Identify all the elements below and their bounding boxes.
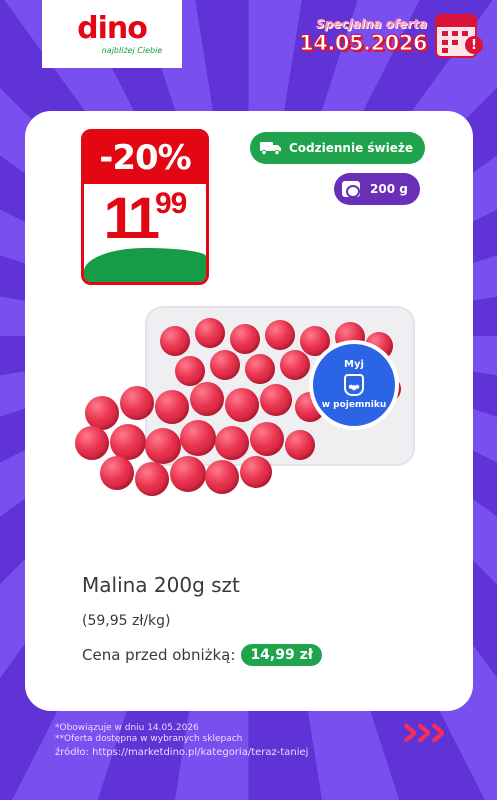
previous-price-label: Cena przed obniżką: [82,646,236,664]
promo-date: 14.05.2026 [299,31,428,56]
raspberry [245,354,275,384]
wash-bowl-icon [344,374,364,396]
fresh-badge-label: Codziennie świeże [289,141,413,155]
footer-availability: **Oferta dostępna w wybranych sklepach [55,734,243,744]
raspberry [280,350,310,380]
raspberry [135,462,169,496]
next-arrows-icon[interactable] [403,722,445,744]
raspberry [175,356,205,386]
footer-validity: *Obowiązuje w dniu 14.05.2026 [55,723,199,733]
promo-label: Specjalna oferta [316,17,427,31]
raspberry [180,420,216,456]
raspberry [230,324,260,354]
footer-notes: *Obowiązuje w dniu 14.05.2026 **Oferta d… [55,723,308,758]
raspberry [110,424,146,460]
raspberry [240,456,272,488]
raspberry [155,390,189,424]
product-name: Malina 200g szt [82,573,240,597]
footer-source[interactable]: źródło: https://marketdino.pl/kategoria/… [55,747,308,758]
raspberry [210,350,240,380]
raspberry [190,382,224,416]
raspberry [75,426,109,460]
raspberry [215,426,249,460]
raspberry [100,456,134,490]
price-cents: 99 [154,187,187,220]
raspberry [120,386,154,420]
unit-price: (59,95 zł/kg) [82,613,171,629]
calendar-alert-icon: ! [435,14,483,58]
dino-logo[interactable]: dino najbliżej Ciebie [42,0,182,68]
previous-price: 14,99 zł [241,644,322,666]
raspberry [225,388,259,422]
wash-badge-line2: w pojemniku [321,400,387,410]
raspberry [170,456,206,492]
raspberry [85,396,119,430]
weight-badge-label: 200 g [370,182,408,196]
previous-price-row: Cena przed obniżką: 14,99 zł [82,644,322,666]
price-tag: -20% 1199 [81,129,209,285]
discount-label: -20% [84,132,206,184]
raspberry [145,428,181,464]
product-card[interactable]: -20% 1199 Codziennie świeże 200 g Malina… [25,111,473,711]
price: 1199 [84,184,206,254]
promo-header: Specjalna oferta 14.05.2026 ! [299,14,483,58]
price-main: 11 [103,186,160,251]
scale-icon [342,181,360,198]
raspberry [265,320,295,350]
raspberry [195,318,225,348]
weight-badge: 200 g [334,173,420,205]
raspberry [160,326,190,356]
delivery-truck-icon [260,142,281,155]
wash-in-container-badge: Myj w pojemniku [309,340,399,430]
logo-tagline: najbliżej Ciebie [101,45,163,55]
fresh-badge: Codziennie świeże [250,132,425,164]
logo-wordmark: dino [77,10,148,46]
raspberry [260,384,292,416]
raspberry [250,422,284,456]
raspberry [205,460,239,494]
raspberry [285,430,315,460]
wash-badge-line1: Myj [344,359,364,370]
